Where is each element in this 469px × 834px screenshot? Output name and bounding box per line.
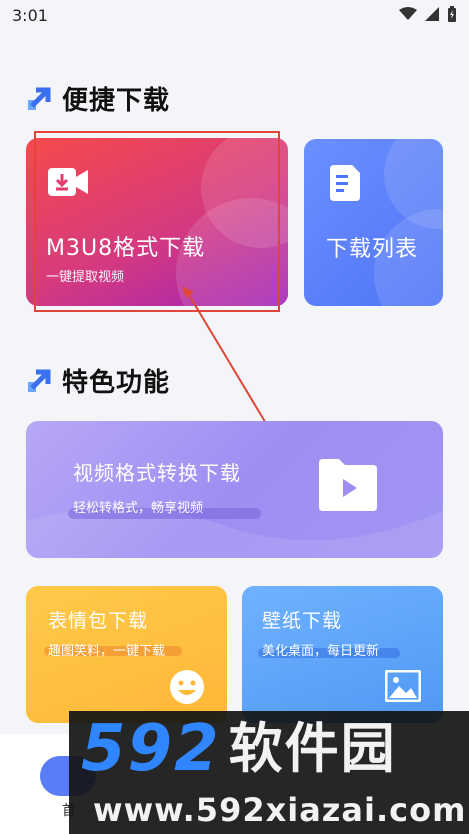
wifi-icon [399,7,417,20]
convert-card-title: 视频格式转换下载 [73,461,241,485]
download-list-title: 下载列表 [326,237,419,262]
emoji-card-title: 表情包下载 [48,610,149,632]
section-features: 特色功能 [26,362,170,399]
smiley-icon [170,670,204,704]
watermark-url: www.592xiazai.com [93,791,467,829]
convert-card-subtitle: 轻松转格式，畅享视频 [73,501,204,516]
document-list-icon [330,165,360,201]
wallpaper-card-subtitle: 美化桌面，每日更新 [262,644,380,659]
signal-icon [425,7,439,21]
watermark-logo: 592 软件园 [81,717,397,781]
section-title: 便捷下载 [62,86,171,116]
watermark-name: 软件园 [228,717,397,780]
wallpaper-card-title: 壁纸下载 [262,610,343,632]
battery-icon [448,6,456,22]
status-icons [399,6,457,22]
arrow-up-right-icon [28,87,51,110]
arrow-up-right-icon [28,369,51,392]
emoji-card-subtitle: 趣图笑料，一键下载 [48,644,166,659]
video-convert-card[interactable]: 视频格式转换下载 轻松转格式，畅享视频 [26,421,443,558]
watermark-digits: 592 [81,712,221,786]
status-time: 3:01 [12,6,48,25]
emoji-download-card[interactable]: 表情包下载 趣图笑料，一键下载 [26,586,227,723]
site-watermark: 592 软件园 www.592xiazai.com [69,711,469,834]
section-quick-download: 便捷下载 [26,80,170,117]
folder-play-icon [319,459,377,511]
download-list-card[interactable]: 下载列表 [304,139,443,306]
annotation-arrow [182,286,277,441]
wallpaper-download-card[interactable]: 壁纸下载 美化桌面，每日更新 [242,586,443,723]
section-title: 特色功能 [62,368,171,398]
wave-decoration [26,507,443,558]
image-icon [385,670,421,702]
